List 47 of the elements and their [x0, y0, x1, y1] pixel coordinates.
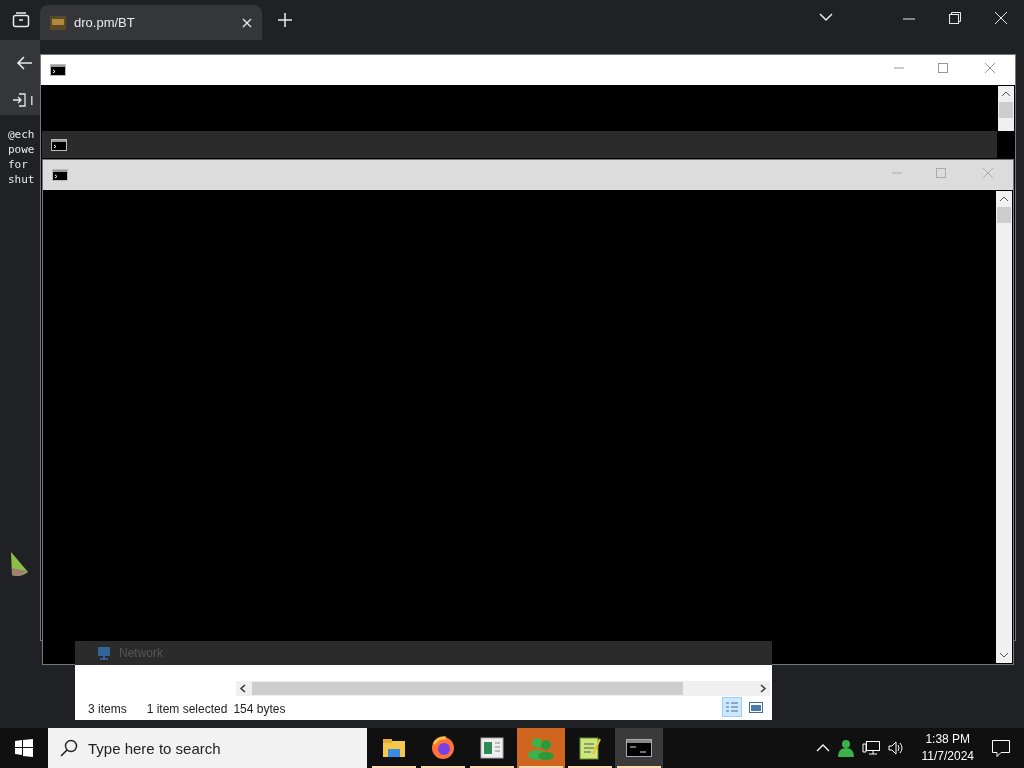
network-icon[interactable]	[861, 740, 880, 756]
selection-size: 154 bytes	[233, 702, 286, 716]
code-line: @ech	[8, 127, 35, 142]
tab-list-icon[interactable]	[12, 12, 30, 28]
taskbar-app-button[interactable]	[615, 728, 663, 768]
document-icon	[480, 737, 504, 759]
favicon-icon	[50, 15, 66, 30]
scrollbar[interactable]	[996, 191, 1012, 663]
console-icon	[51, 138, 67, 151]
sign-in-icon[interactable]	[12, 93, 26, 107]
maximize-icon[interactable]	[937, 62, 949, 74]
clock[interactable]: 1:38 PM 11/7/2024	[911, 731, 984, 765]
notification-icon[interactable]	[992, 739, 1010, 757]
code-line: powe	[8, 142, 35, 157]
scroll-right-icon[interactable]	[759, 684, 767, 693]
windows-logo-icon	[15, 739, 33, 757]
console-icon	[50, 64, 66, 76]
chevron-up-icon[interactable]	[815, 744, 830, 752]
console-icon	[626, 739, 652, 757]
scroll-left-icon[interactable]	[239, 684, 247, 693]
volume-icon[interactable]	[887, 741, 904, 755]
minimize-icon[interactable]	[903, 16, 915, 22]
search-icon	[60, 739, 78, 757]
people-icon	[527, 736, 555, 760]
new-tab-icon[interactable]	[278, 13, 292, 27]
restore-icon[interactable]	[949, 12, 961, 24]
clock-time: 1:38 PM	[925, 731, 971, 748]
selection-status: 1 item selected	[146, 702, 228, 716]
horizontal-scrollbar[interactable]	[236, 681, 770, 696]
dropdown-icon[interactable]	[819, 12, 833, 22]
item-count: 3 items	[88, 702, 127, 716]
browser-tab[interactable]: dro.pm/BT	[40, 5, 262, 40]
image-icon	[749, 701, 763, 713]
folder-icon	[382, 738, 406, 758]
search-field[interactable]: Type here to search	[48, 728, 367, 768]
code-line: shut	[8, 172, 35, 187]
list-icon	[725, 701, 739, 713]
toolbar-label[interactable]: I	[30, 92, 34, 108]
globe-icon	[431, 736, 455, 760]
scrollbar[interactable]	[998, 86, 1014, 131]
console-icon	[52, 169, 68, 181]
notepad-icon	[579, 736, 601, 760]
code-line: for	[8, 157, 28, 172]
person-icon[interactable]	[837, 739, 854, 757]
network-icon	[97, 646, 113, 660]
back-icon[interactable]	[16, 56, 32, 70]
clock-date: 11/7/2024	[921, 748, 974, 765]
